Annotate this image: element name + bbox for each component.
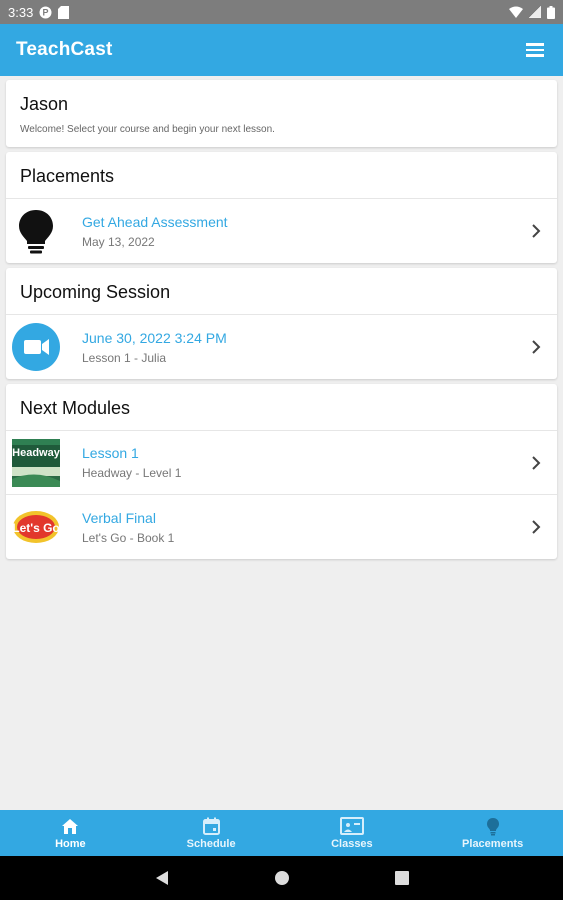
- nav-home-label: Home: [55, 838, 86, 850]
- nav-placements-label: Placements: [462, 838, 524, 850]
- placements-title: Placements: [6, 152, 557, 199]
- welcome-message: Welcome! Select your course and begin yo…: [20, 124, 275, 135]
- nav-classes[interactable]: Classes: [282, 810, 423, 856]
- lets-go-logo-text: Let's Go: [12, 521, 60, 535]
- wifi-icon: [509, 6, 523, 18]
- svg-text:P: P: [43, 7, 49, 17]
- placements-card: Placements Get Ahead Assessment May 13, …: [6, 152, 557, 263]
- module-course: Headway - Level 1: [82, 466, 182, 480]
- user-name: Jason: [20, 94, 69, 114]
- home-circle-icon[interactable]: [270, 866, 294, 890]
- session-datetime: June 30, 2022 3:24 PM: [82, 329, 227, 346]
- lightbulb-icon: [486, 816, 500, 836]
- upcoming-title: Upcoming Session: [6, 268, 557, 315]
- sd-card-icon: [58, 5, 70, 19]
- chevron-right-icon: [529, 520, 543, 534]
- bottom-navigation: Home Schedule Classes Placements: [0, 810, 563, 856]
- recents-square-icon[interactable]: [390, 866, 414, 890]
- placement-date: May 13, 2022: [82, 234, 155, 249]
- module-name: Lesson 1: [82, 445, 139, 461]
- nav-home[interactable]: Home: [0, 810, 141, 856]
- upcoming-session-card: Upcoming Session June 30, 2022 3:24 PM L…: [6, 268, 557, 379]
- app-title: TeachCast: [16, 39, 113, 60]
- module-item[interactable]: Let's Go Verbal Final Let's Go - Book 1: [6, 495, 557, 559]
- status-time: 3:33: [8, 4, 34, 20]
- module-course: Let's Go - Book 1: [82, 530, 175, 545]
- system-navigation-bar: [0, 856, 563, 900]
- module-name: Verbal Final: [82, 509, 156, 526]
- nav-schedule-label: Schedule: [186, 838, 236, 850]
- headway-cover-text: Headway: [12, 447, 60, 459]
- nav-classes-label: Classes: [331, 838, 373, 850]
- chevron-right-icon: [529, 340, 543, 354]
- video-camera-icon: [12, 323, 60, 371]
- placement-item[interactable]: Get Ahead Assessment May 13, 2022: [6, 199, 557, 263]
- welcome-card: Jason Welcome! Select your course and be…: [6, 80, 557, 147]
- hamburger-menu-icon[interactable]: [523, 38, 547, 62]
- next-modules-card: Next Modules Headway Lesson 1 Headway - …: [6, 384, 557, 559]
- module-item[interactable]: Headway Lesson 1 Headway - Level 1: [6, 431, 557, 495]
- lightbulb-icon: [12, 207, 60, 255]
- placement-name: Get Ahead Assessment: [82, 213, 228, 230]
- app-bar: TeachCast: [0, 24, 563, 76]
- battery-icon: [547, 5, 555, 19]
- calendar-icon: [202, 816, 220, 836]
- status-bar: 3:33 P: [0, 0, 563, 24]
- notification-p-icon: P: [39, 6, 52, 19]
- classroom-icon: [339, 816, 364, 836]
- next-modules-title: Next Modules: [6, 384, 557, 431]
- back-icon[interactable]: [150, 866, 174, 890]
- chevron-right-icon: [529, 455, 543, 470]
- nav-placements[interactable]: Placements: [422, 810, 563, 856]
- home-icon: [61, 816, 79, 836]
- nav-schedule[interactable]: Schedule: [141, 810, 282, 856]
- chevron-right-icon: [529, 224, 543, 238]
- lets-go-logo: Let's Go: [12, 503, 60, 551]
- session-item[interactable]: June 30, 2022 3:24 PM Lesson 1 - Julia: [6, 315, 557, 379]
- main-content: Jason Welcome! Select your course and be…: [6, 80, 557, 564]
- session-lesson: Lesson 1 - Julia: [82, 350, 167, 365]
- headway-book-cover: Headway: [12, 438, 60, 487]
- signal-icon: [529, 6, 541, 18]
